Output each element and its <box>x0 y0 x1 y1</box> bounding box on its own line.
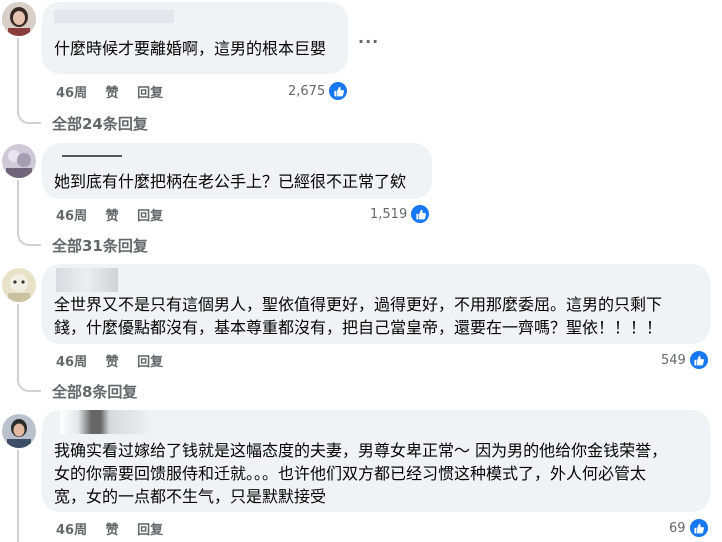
comment-actions: 46周 赞 回复 <box>56 351 177 370</box>
view-replies-link[interactable]: 全部8条回复 <box>52 381 137 402</box>
comment-time[interactable]: 46周 <box>56 209 87 224</box>
commenter-avatar[interactable] <box>2 268 36 302</box>
like-button[interactable]: 赞 <box>106 209 119 224</box>
reply-thread-line <box>17 180 41 246</box>
like-button[interactable]: 赞 <box>106 86 119 101</box>
view-replies-link[interactable]: 全部31条回复 <box>52 235 148 256</box>
comment-bubble: 全世界又不是只有這個男人，聖依值得更好，過得更好，不用那麼委屈。這男的只剩下 錢… <box>42 264 710 344</box>
like-count-value: 549 <box>661 352 686 368</box>
comment-actions: 46周 赞 回复 <box>56 82 177 101</box>
reply-button[interactable]: 回复 <box>137 209 163 224</box>
comment-text-line: 什麼時候才要離婚啊，這男的根本巨嬰 <box>54 39 327 58</box>
commenter-name-redacted[interactable] <box>62 155 122 157</box>
comment-text-line: 她到底有什麼把柄在老公手上？已經很不正常了欸 <box>54 172 407 191</box>
view-replies-link[interactable]: 全部24条回复 <box>52 113 148 134</box>
like-count[interactable]: 2,675 <box>288 81 349 101</box>
comment-text-line: 錢，什麼優點都沒有，基本尊重都沒有，把自己當皇帝，還要在一齊嗎？聖依！！！！ <box>54 318 663 337</box>
reply-thread-line <box>17 38 41 124</box>
comment-text-line: 女的你需要回馈服侍和迁就。。。也许他们双方都已经习惯这种模式了，外人何必管太 <box>54 464 647 483</box>
reply-button[interactable]: 回复 <box>137 86 163 101</box>
like-count-value: 1,519 <box>370 206 408 222</box>
comment-bubble: 她到底有什麼把柄在老公手上？已經很不正常了欸 <box>42 143 432 199</box>
like-count[interactable]: 69 <box>669 518 709 538</box>
commenter-avatar[interactable] <box>2 414 36 448</box>
reply-button[interactable]: 回复 <box>137 523 163 538</box>
like-count-value: 2,675 <box>288 83 326 99</box>
comment-bubble: 我确实看过嫁给了钱就是这幅态度的夫妻，男尊女卑正常～ 因为男的他给你金钱荣誉， … <box>42 410 710 512</box>
like-button[interactable]: 赞 <box>106 355 119 370</box>
like-count-value: 69 <box>669 520 686 536</box>
like-count[interactable]: 549 <box>661 350 709 370</box>
commenter-name-redacted[interactable] <box>60 410 150 434</box>
comment-time[interactable]: 46周 <box>56 523 87 538</box>
reply-button[interactable]: 回复 <box>137 355 163 370</box>
comment-text-line: 全世界又不是只有這個男人，聖依值得更好，過得更好，不用那麼委屈。這男的只剩下 <box>54 295 663 314</box>
comment-time[interactable]: 46周 <box>56 355 87 370</box>
comment-text-line: 宽，女的一点都不生气，只是默默接受 <box>54 487 327 506</box>
commenter-avatar[interactable] <box>2 144 36 178</box>
commenter-name-redacted[interactable] <box>56 268 118 292</box>
like-button[interactable]: 赞 <box>106 523 119 538</box>
like-count[interactable]: 1,519 <box>370 204 431 224</box>
thumbs-up-icon <box>688 350 709 370</box>
comment-bubble: 什麼時候才要離婚啊，這男的根本巨嬰 <box>42 2 348 74</box>
more-options-icon[interactable]: ... <box>358 28 379 47</box>
comment-actions: 46周 赞 回复 <box>56 205 177 224</box>
comment-actions: 46周 赞 回复 <box>56 519 177 538</box>
reply-thread-line <box>17 304 41 392</box>
commenter-avatar[interactable] <box>2 2 36 36</box>
thumbs-up-icon <box>688 518 709 538</box>
commenter-name-redacted[interactable] <box>54 10 174 23</box>
thumbs-up-icon <box>410 204 431 224</box>
reply-thread-line <box>17 450 41 542</box>
comment-text-line: 我确实看过嫁给了钱就是这幅态度的夫妻，男尊女卑正常～ 因为男的他给你金钱荣誉， <box>54 441 668 460</box>
thumbs-up-icon <box>328 81 349 101</box>
comment-time[interactable]: 46周 <box>56 86 87 101</box>
